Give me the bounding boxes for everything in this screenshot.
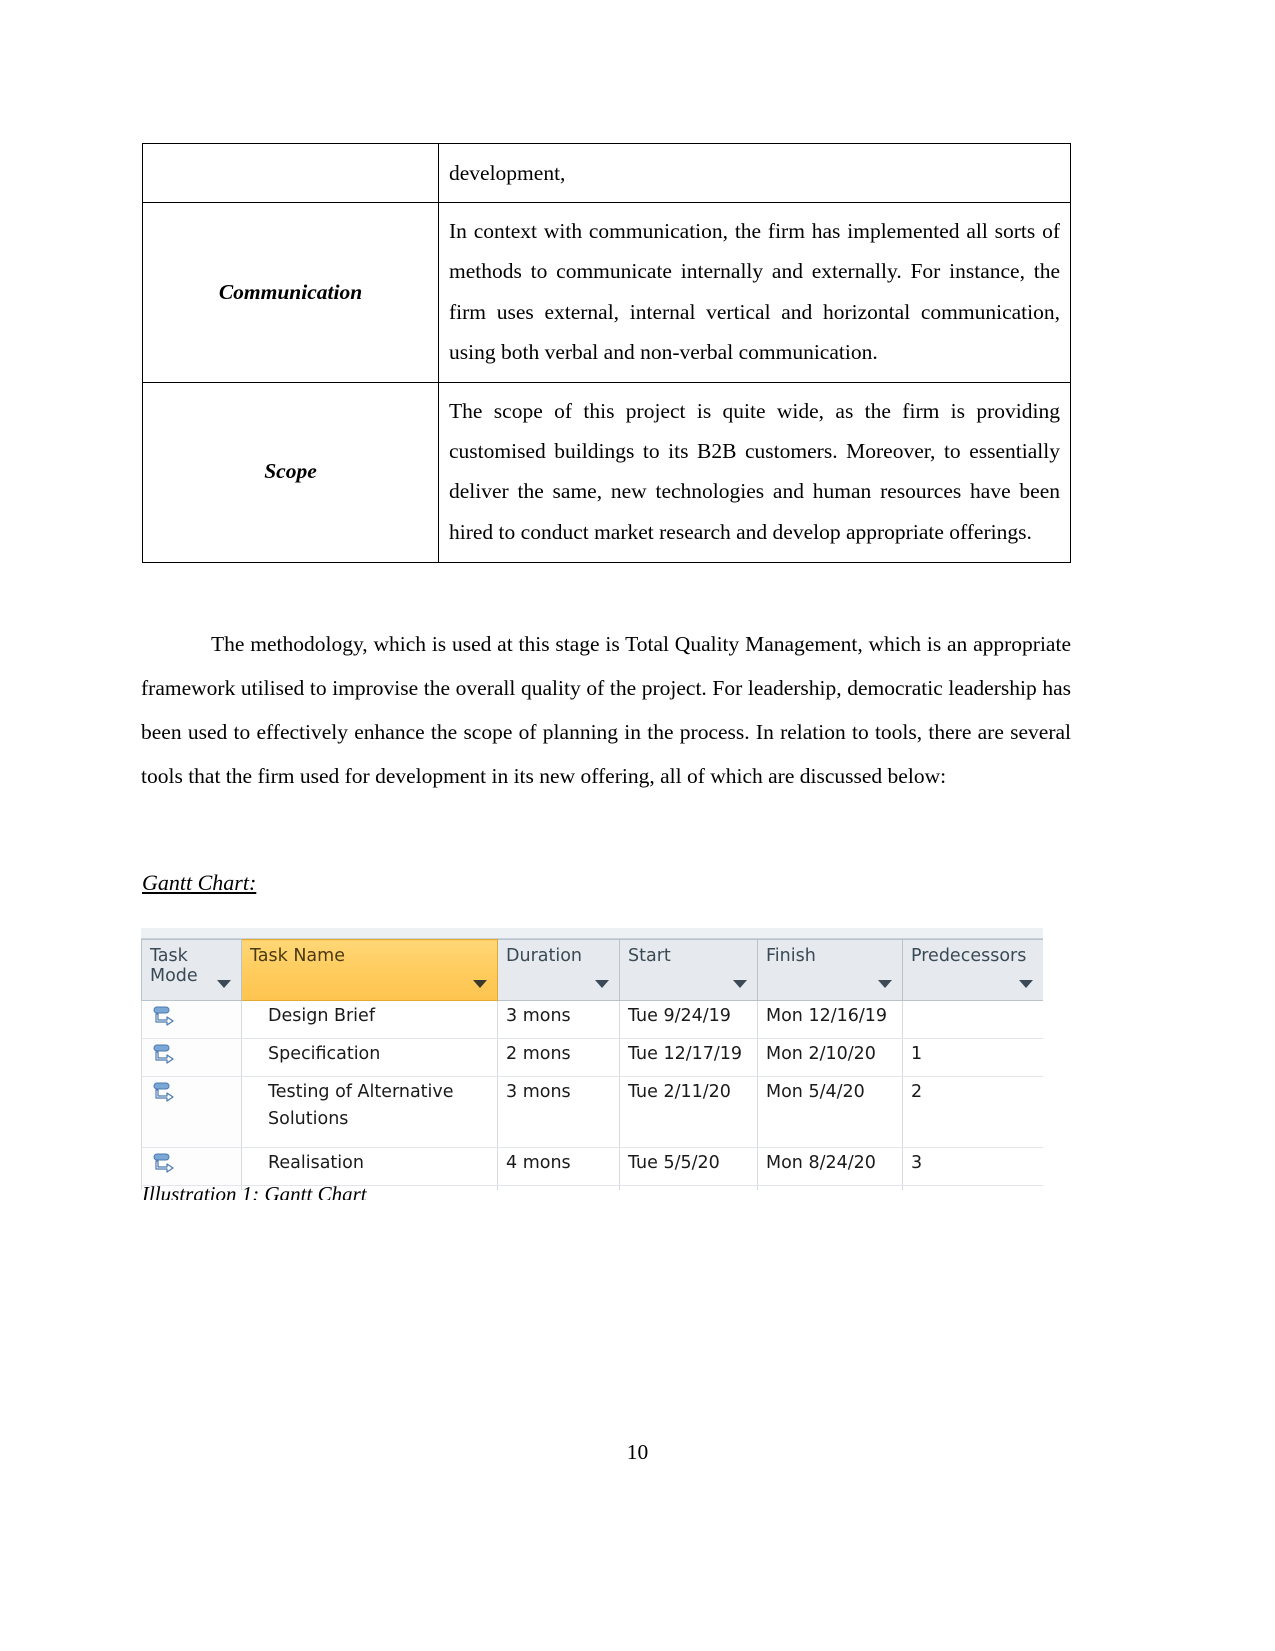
gantt-task-table: Task Mode Task Name Duration Start Finis…: [141, 939, 1043, 1190]
task-finish-cell[interactable]: Mon 12/16/19: [757, 1000, 903, 1039]
chevron-down-icon[interactable]: [473, 980, 487, 988]
task-predecessors-cell[interactable]: [902, 1000, 1043, 1039]
task-duration-cell[interactable]: 3 mons: [497, 1000, 620, 1039]
column-header-start[interactable]: Start: [619, 939, 758, 1001]
manually-scheduled-task-icon: [153, 1082, 174, 1102]
task-start-cell[interactable]: Tue 8/25/20: [619, 1185, 758, 1190]
task-mode-cell[interactable]: [141, 1147, 242, 1186]
chevron-down-icon[interactable]: [217, 980, 231, 988]
task-mode-cell[interactable]: [141, 1076, 242, 1148]
column-header-predecessors[interactable]: Predecessors: [902, 939, 1043, 1001]
page-number: 10: [626, 1440, 649, 1464]
table-row[interactable]: Specification 2 mons Tue 12/17/19 Mon 2/…: [141, 1038, 1043, 1077]
figure-caption: Illustration 1: Gantt Chart: [142, 1182, 367, 1200]
task-start-cell[interactable]: Tue 12/17/19: [619, 1038, 758, 1077]
column-header-task-mode[interactable]: Task Mode: [141, 939, 242, 1001]
gantt-header-row: Task Mode Task Name Duration Start Finis…: [141, 939, 1043, 1001]
task-duration-cell[interactable]: 3 mons: [497, 1076, 620, 1148]
column-header-task-name-label: Task Name: [250, 946, 345, 966]
chevron-down-icon[interactable]: [1019, 980, 1033, 988]
table-row: development,: [142, 142, 1071, 204]
task-finish-cell[interactable]: Mon 10/19/20: [757, 1185, 903, 1190]
column-header-duration[interactable]: Duration: [497, 939, 620, 1001]
document-page: development, Communication In context wi…: [0, 0, 1275, 1651]
column-header-finish[interactable]: Finish: [757, 939, 903, 1001]
task-mode-cell[interactable]: [141, 1038, 242, 1077]
task-start-cell[interactable]: Tue 9/24/19: [619, 1000, 758, 1039]
column-header-task-name[interactable]: Task Name: [241, 939, 498, 1001]
table-row[interactable]: Design Brief 3 mons Tue 9/24/19 Mon 12/1…: [141, 1000, 1043, 1039]
chevron-down-icon[interactable]: [878, 980, 892, 988]
row-text-development: development,: [438, 142, 1071, 204]
task-predecessors-cell[interactable]: 3: [902, 1147, 1043, 1186]
table-row[interactable]: Testing of Alternative Solutions 3 mons …: [141, 1076, 1043, 1148]
table-row: Communication In context with communicat…: [142, 202, 1071, 384]
row-label-empty: [142, 142, 439, 204]
gantt-top-strip: [141, 928, 1043, 939]
task-mode-cell[interactable]: [141, 1000, 242, 1039]
manually-scheduled-task-icon: [153, 1044, 174, 1064]
column-header-predecessors-label: Predecessors: [911, 946, 1027, 966]
task-start-cell[interactable]: Tue 2/11/20: [619, 1076, 758, 1148]
gantt-chart-heading: Gantt Chart:: [142, 870, 257, 895]
table-row[interactable]: Realisation 4 mons Tue 5/5/20 Mon 8/24/2…: [141, 1147, 1043, 1186]
task-name-cell[interactable]: Realisation: [241, 1147, 498, 1186]
gantt-chart-figure: Task Mode Task Name Duration Start Finis…: [141, 928, 1043, 1190]
row-text-scope: The scope of this project is quite wide,…: [438, 382, 1071, 563]
task-name-cell[interactable]: Testing of Alternative Solutions: [241, 1076, 498, 1148]
task-finish-cell[interactable]: Mon 2/10/20: [757, 1038, 903, 1077]
task-duration-cell[interactable]: 4 mons: [497, 1147, 620, 1186]
manually-scheduled-task-icon: [153, 1006, 174, 1026]
task-duration-cell[interactable]: 2 mons: [497, 1038, 620, 1077]
manually-scheduled-task-icon: [153, 1153, 174, 1173]
table-row: Scope The scope of this project is quite…: [142, 382, 1071, 563]
column-header-finish-label: Finish: [766, 946, 816, 966]
chevron-down-icon[interactable]: [733, 980, 747, 988]
row-label-scope: Scope: [142, 382, 439, 563]
column-header-task-mode-label: Task Mode: [150, 946, 198, 986]
column-header-duration-label: Duration: [506, 946, 583, 966]
row-label-communication: Communication: [142, 202, 439, 384]
paragraph-text: The methodology, which is used at this s…: [141, 632, 1071, 789]
methodology-paragraph: The methodology, which is used at this s…: [141, 622, 1071, 798]
task-start-cell[interactable]: Tue 5/5/20: [619, 1147, 758, 1186]
column-header-start-label: Start: [628, 946, 671, 966]
row-text-communication: In context with communication, the firm …: [438, 202, 1071, 384]
task-name-cell[interactable]: Specification: [241, 1038, 498, 1077]
task-predecessors-cell[interactable]: 1: [902, 1038, 1043, 1077]
project-attributes-table: development, Communication In context wi…: [142, 142, 1071, 563]
task-finish-cell[interactable]: Mon 5/4/20: [757, 1076, 903, 1148]
chevron-down-icon[interactable]: [595, 980, 609, 988]
task-finish-cell[interactable]: Mon 8/24/20: [757, 1147, 903, 1186]
task-predecessors-cell[interactable]: 4: [902, 1185, 1043, 1190]
task-predecessors-cell[interactable]: 2: [902, 1076, 1043, 1148]
task-name-cell[interactable]: Design Brief: [241, 1000, 498, 1039]
